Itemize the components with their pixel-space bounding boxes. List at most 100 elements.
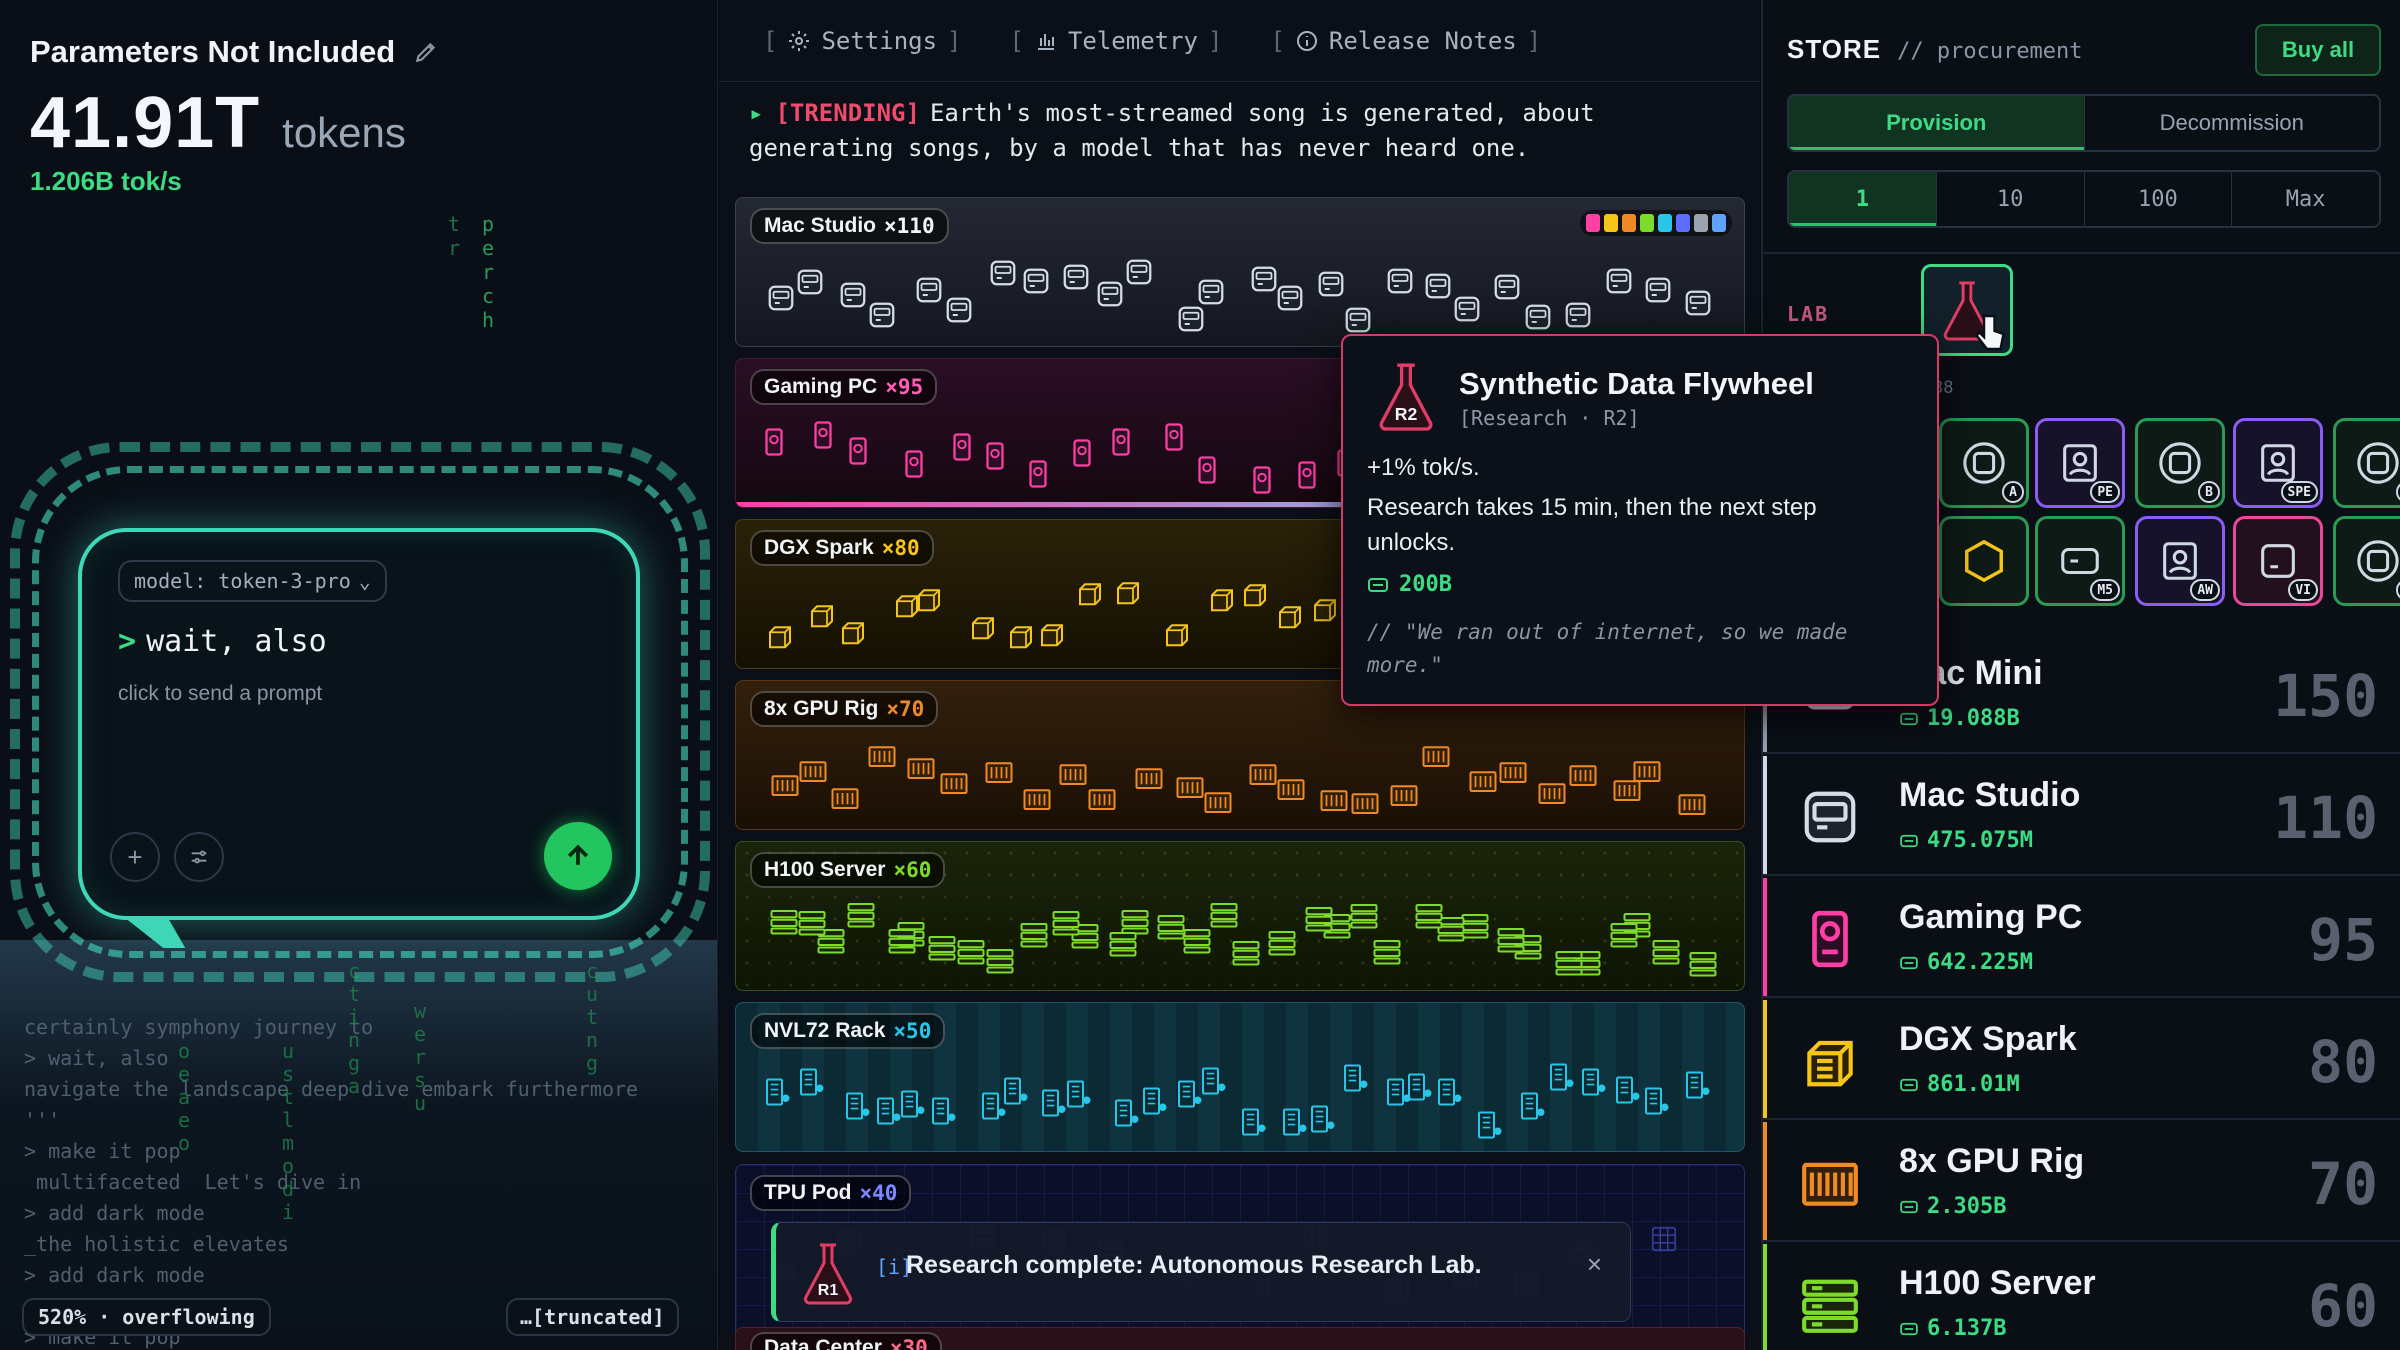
lane-count: ×80 [881,536,920,560]
pencil-icon[interactable] [413,39,439,65]
mac-unit-icon [1565,302,1591,328]
token-icon [1900,1200,1918,1213]
nvl-unit-icon [1645,1087,1669,1115]
tooltip-cost-value: 200B [1399,572,1452,597]
token-icon [1900,1078,1918,1091]
nav-settings[interactable]: [ Settings ] [763,27,962,55]
upgrade-badge: PE [2090,481,2120,503]
store-header: STORE // procurement [1787,34,2083,65]
prompt-caret-icon: > [118,624,137,659]
h100-unit-icon [770,910,798,935]
gpu-unit-icon [1569,765,1597,787]
mac-unit-icon [1318,271,1344,296]
dgx-unit-icon [896,595,919,617]
hand-cursor-icon [1974,314,2005,351]
qty-max[interactable]: Max [2232,172,2379,226]
add-button[interactable]: + [110,832,160,882]
lane-label: Data Center ×30 [750,1332,942,1350]
prompt-box[interactable]: model: token-3-pro ⌄ > wait, also click t… [78,528,640,920]
mac-unit-icon [1178,307,1204,332]
lane-data-center: Data Center ×30 [735,1327,1745,1350]
upgrade-d[interactable]: D [2333,516,2400,606]
h100-unit-icon [986,949,1014,974]
gaming-unit-icon [765,428,783,456]
lane-count: ×110 [884,214,935,238]
tab-decommission[interactable]: Decommission [2085,96,2380,150]
upgrade-pe[interactable]: PE [2035,418,2125,508]
shop-item-h100-server[interactable]: H100 Server 6.137B 60 [1763,1244,2400,1350]
triangle-right-icon: ▸ [749,99,764,127]
qty-1[interactable]: 1 [1789,172,1937,226]
token-icon [1368,577,1388,592]
upgrade-a[interactable]: A [1939,418,2029,508]
gaming-unit-icon [1198,456,1216,484]
gaming-unit-icon [849,437,867,466]
shop-item-price: 642.225M [1899,950,2033,975]
buy-all-button[interactable]: Buy all [2255,24,2381,76]
sliders-icon [191,850,207,864]
prompt-text[interactable]: > wait, also [118,624,327,659]
h100-unit-icon [1305,907,1333,932]
tune-button[interactable] [174,832,224,882]
shop-item-name: Mac Studio [1899,776,2081,814]
dgx-unit-icon [1243,583,1266,606]
tooltip-effect: +1% tok/s. [1367,454,1480,481]
qty-10[interactable]: 10 [1937,172,2085,226]
mac-unit-icon [1525,304,1551,330]
h100-unit-icon [1183,928,1211,954]
mac-unit-icon [1063,264,1089,290]
chip-icon [1963,442,2005,484]
h100-unit-icon [1020,922,1048,948]
arrow-up-icon [567,844,589,865]
chip-icon [2357,442,2399,484]
h100-unit-icon [1232,940,1260,966]
dgx-unit-icon [841,622,864,645]
lane-nvl72-rack: NVL72 Rack ×50 [735,1002,1745,1152]
shop-item-gpu-rig[interactable]: 8x GPU Rig 2.305B 70 [1763,1122,2400,1242]
nvl-unit-icon [1685,1071,1710,1099]
upgrade-m5[interactable]: M5 [2035,516,2125,606]
mac-unit-icon [869,302,895,328]
upgrade-hex[interactable] [1939,516,2029,606]
quantity-selector: 1 10 100 Max [1787,170,2381,228]
upgrade-vi[interactable]: VI [2233,516,2323,606]
lane-label: TPU Pod ×40 [750,1175,912,1211]
upgrade-c[interactable]: C [2333,418,2400,508]
tab-provision[interactable]: Provision [1789,96,2085,150]
h100-unit-icon [1610,923,1638,948]
upgrade-b[interactable]: B [2135,418,2225,508]
shop-item-name: 8x GPU Rig [1899,1142,2085,1180]
nvl-unit-icon [765,1078,790,1106]
nvl-unit-icon [1115,1099,1139,1127]
nvl-unit-icon [877,1097,901,1125]
shop-item-dgx-spark[interactable]: DGX Spark 861.01M 80 [1763,1000,2400,1120]
gpu-unit-icon [1277,778,1305,800]
matrix-rain: ustlmodi [282,1039,295,1224]
upgrade-aw[interactable]: AW [2135,516,2225,606]
gpu-unit-icon [868,745,896,767]
divider [1763,252,2400,254]
mac-unit-icon [916,277,941,303]
h100-unit-icon [1652,939,1680,965]
send-button[interactable] [544,822,612,890]
gaming-unit-icon [986,442,1004,470]
qty-100[interactable]: 100 [2085,172,2233,226]
model-selector[interactable]: model: token-3-pro ⌄ [118,560,387,602]
lane-label: NVL72 Rack ×50 [750,1013,946,1049]
nvl-unit-icon [1549,1063,1574,1091]
h100-unit-icon [1689,952,1717,977]
shop-item-mac-studio[interactable]: Mac Studio 475.075M 110 [1763,756,2400,876]
close-icon[interactable]: × [1587,1249,1602,1280]
mac-unit-icon [840,282,866,308]
lane-name: 8x GPU Rig [764,697,879,720]
upgrade-spe[interactable]: SPE [2233,418,2323,508]
shop-item-gaming-pc[interactable]: Gaming PC 642.225M 95 [1763,878,2400,998]
shop-item-owned: 110 [2273,784,2378,852]
mac-unit-icon [1645,277,1671,303]
shop-item-name: DGX Spark [1899,1020,2077,1058]
nav-release-notes[interactable]: [ Release Notes ] [1270,27,1541,55]
chip-icon [2159,442,2201,484]
toast-flask-label: R1 [818,1282,839,1299]
nav-telemetry[interactable]: [ Telemetry ] [1010,27,1223,55]
gaming-pc-icon [1795,904,1865,974]
